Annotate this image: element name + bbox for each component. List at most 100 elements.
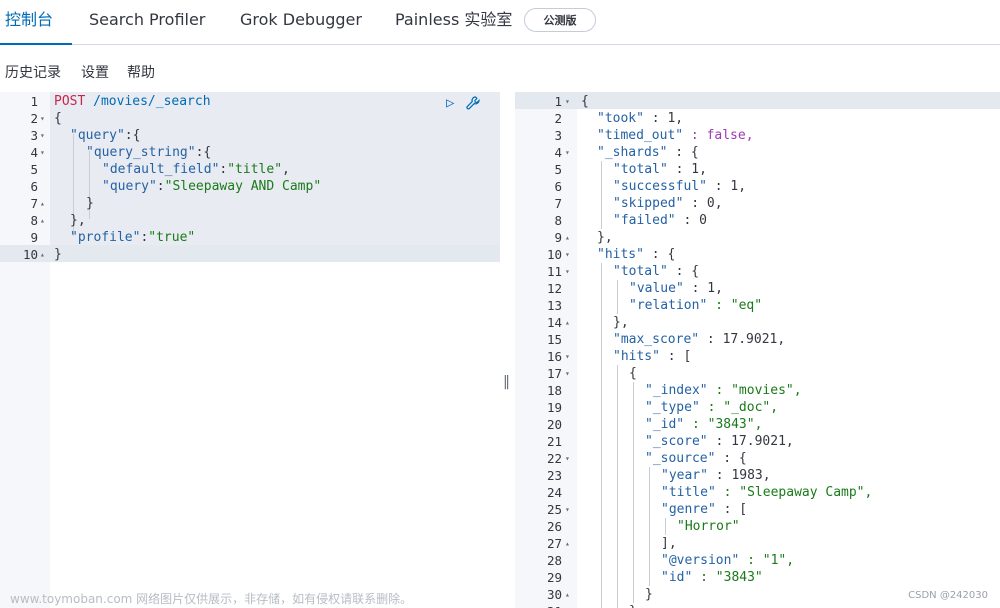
json-value: : {: [715, 451, 747, 466]
json-value: : 1983,: [707, 468, 771, 483]
fold-toggle-icon[interactable]: ▾: [565, 93, 570, 110]
resize-handle-icon[interactable]: ‖: [503, 374, 510, 390]
line-number: 16: [546, 349, 562, 364]
indent-guide: [601, 365, 602, 382]
indent-guide: [601, 399, 602, 416]
json-value: : {: [667, 264, 700, 279]
fold-toggle-icon[interactable]: ▾: [40, 110, 45, 127]
response-line-text: "_score" : 17.9021,: [645, 433, 794, 450]
response-line: 11 ▾ "total" : {: [515, 263, 1000, 280]
indent-guide: [617, 569, 618, 586]
json-key: "max_score": [613, 332, 700, 347]
line-number: 21: [546, 434, 562, 449]
fold-toggle-icon[interactable]: ▴: [565, 535, 570, 552]
fold-toggle-icon[interactable]: ▴: [565, 586, 570, 603]
response-line-text: "genre" : [: [661, 501, 747, 518]
json-key: "year": [661, 468, 708, 483]
request-line-text: }: [54, 247, 62, 262]
json-value: : "eq": [707, 298, 763, 313]
fold-toggle-icon[interactable]: ▾: [40, 144, 45, 161]
line-number: 29: [546, 570, 562, 585]
response-line-text: },: [597, 229, 613, 246]
indent-guide: [601, 263, 602, 280]
fold-toggle-icon[interactable]: ▾: [565, 246, 570, 263]
indent-guide: [617, 365, 618, 382]
json-key: "failed": [613, 213, 676, 228]
request-line: 6 "query":"Sleepaway AND Camp": [0, 178, 500, 195]
request-line-text: "query_string":{: [86, 144, 211, 161]
line-number: 5: [30, 162, 38, 177]
json-key: "took": [597, 111, 644, 126]
json-value: "title": [227, 162, 283, 177]
fold-toggle-icon[interactable]: ▴: [40, 212, 45, 229]
line-number: 28: [546, 553, 562, 568]
fold-toggle-icon[interactable]: ▾: [565, 348, 570, 365]
indent-guide: [601, 518, 602, 535]
http-method: POST: [54, 94, 86, 109]
json-value: : "1",: [739, 553, 795, 568]
app-tab-bar: 控制台 Search Profiler Grok Debugger Painle…: [0, 0, 1000, 45]
indent-guide: [617, 297, 618, 314]
indent-guide: [601, 450, 602, 467]
json-punct: :{: [195, 145, 212, 160]
tab-painless-lab[interactable]: Painless 实验室: [395, 0, 512, 44]
beta-badge: 公测版: [524, 8, 596, 32]
menu-help[interactable]: 帮助: [127, 62, 155, 82]
menu-settings[interactable]: 设置: [81, 62, 109, 82]
indent-guide: [617, 586, 618, 603]
indent-guide: [649, 467, 650, 484]
panel-resizer[interactable]: [500, 92, 515, 608]
indent-guide: [617, 467, 618, 484]
line-number: 9: [30, 230, 38, 245]
fold-toggle-icon[interactable]: ▾: [565, 365, 570, 382]
response-line: 6 "successful" : 1,: [515, 178, 1000, 195]
json-key: "query": [70, 128, 125, 143]
response-line-text: ],: [661, 535, 677, 552]
fold-toggle-icon[interactable]: ▴: [565, 229, 570, 246]
indent-guide: [601, 161, 602, 178]
indent-guide: [649, 569, 650, 586]
json-key: "query": [102, 179, 157, 194]
response-line-text: "successful" : 1,: [613, 178, 746, 195]
response-line: 13 "relation" : "eq": [515, 297, 1000, 314]
fold-toggle-icon[interactable]: ▴: [40, 195, 45, 212]
indent-guide: [617, 416, 618, 433]
indent-guide: [617, 552, 618, 569]
fold-toggle-icon[interactable]: ▾: [565, 450, 570, 467]
indent-guide: [633, 450, 634, 467]
fold-toggle-icon[interactable]: ▾: [565, 144, 570, 161]
response-line: 17 ▾ {: [515, 365, 1000, 382]
fold-toggle-icon[interactable]: ▴: [565, 603, 570, 608]
fold-toggle-icon[interactable]: ▴: [40, 246, 45, 263]
indent-guide: [633, 518, 634, 535]
tab-search-profiler-label: Search Profiler: [89, 10, 206, 29]
indent-guide: [617, 382, 618, 399]
request-editor[interactable]: ▷ 1 POST /movies/_search 2 ▾ { 3 ▾ "query"…: [0, 92, 500, 608]
indent-guide: [601, 552, 602, 569]
line-number: 8: [554, 213, 562, 228]
indent-guide: [649, 484, 650, 501]
fold-toggle-icon[interactable]: ▴: [565, 314, 570, 331]
tab-grok-debugger[interactable]: Grok Debugger: [240, 0, 362, 44]
line-number: 27: [546, 536, 562, 551]
response-line-text: "hits" : [: [613, 348, 691, 365]
fold-toggle-icon[interactable]: ▾: [40, 127, 45, 144]
line-number: 4: [554, 145, 562, 160]
indent-guide: [633, 399, 634, 416]
tab-painless-lab-label: Painless 实验室: [395, 10, 513, 29]
fold-toggle-icon[interactable]: ▾: [565, 501, 570, 518]
json-value: : 17.9021,: [707, 434, 794, 449]
indent-guide: [617, 535, 618, 552]
indent-guide: [601, 382, 602, 399]
tab-console[interactable]: 控制台: [5, 0, 53, 44]
json-key: "_type": [645, 400, 700, 415]
tab-search-profiler[interactable]: Search Profiler: [89, 0, 205, 44]
line-number: 13: [546, 298, 562, 313]
json-key: "hits": [597, 247, 644, 262]
response-editor[interactable]: 1 ▾{2 "took" : 1, 3 "timed_out" : false, 4 ▾ "_…: [515, 92, 1000, 608]
indent-guide: [601, 280, 602, 297]
fold-toggle-icon[interactable]: ▾: [565, 263, 570, 280]
menu-history[interactable]: 历史记录: [5, 62, 61, 82]
json-key: "total": [613, 162, 668, 177]
json-key: "value": [629, 281, 684, 296]
